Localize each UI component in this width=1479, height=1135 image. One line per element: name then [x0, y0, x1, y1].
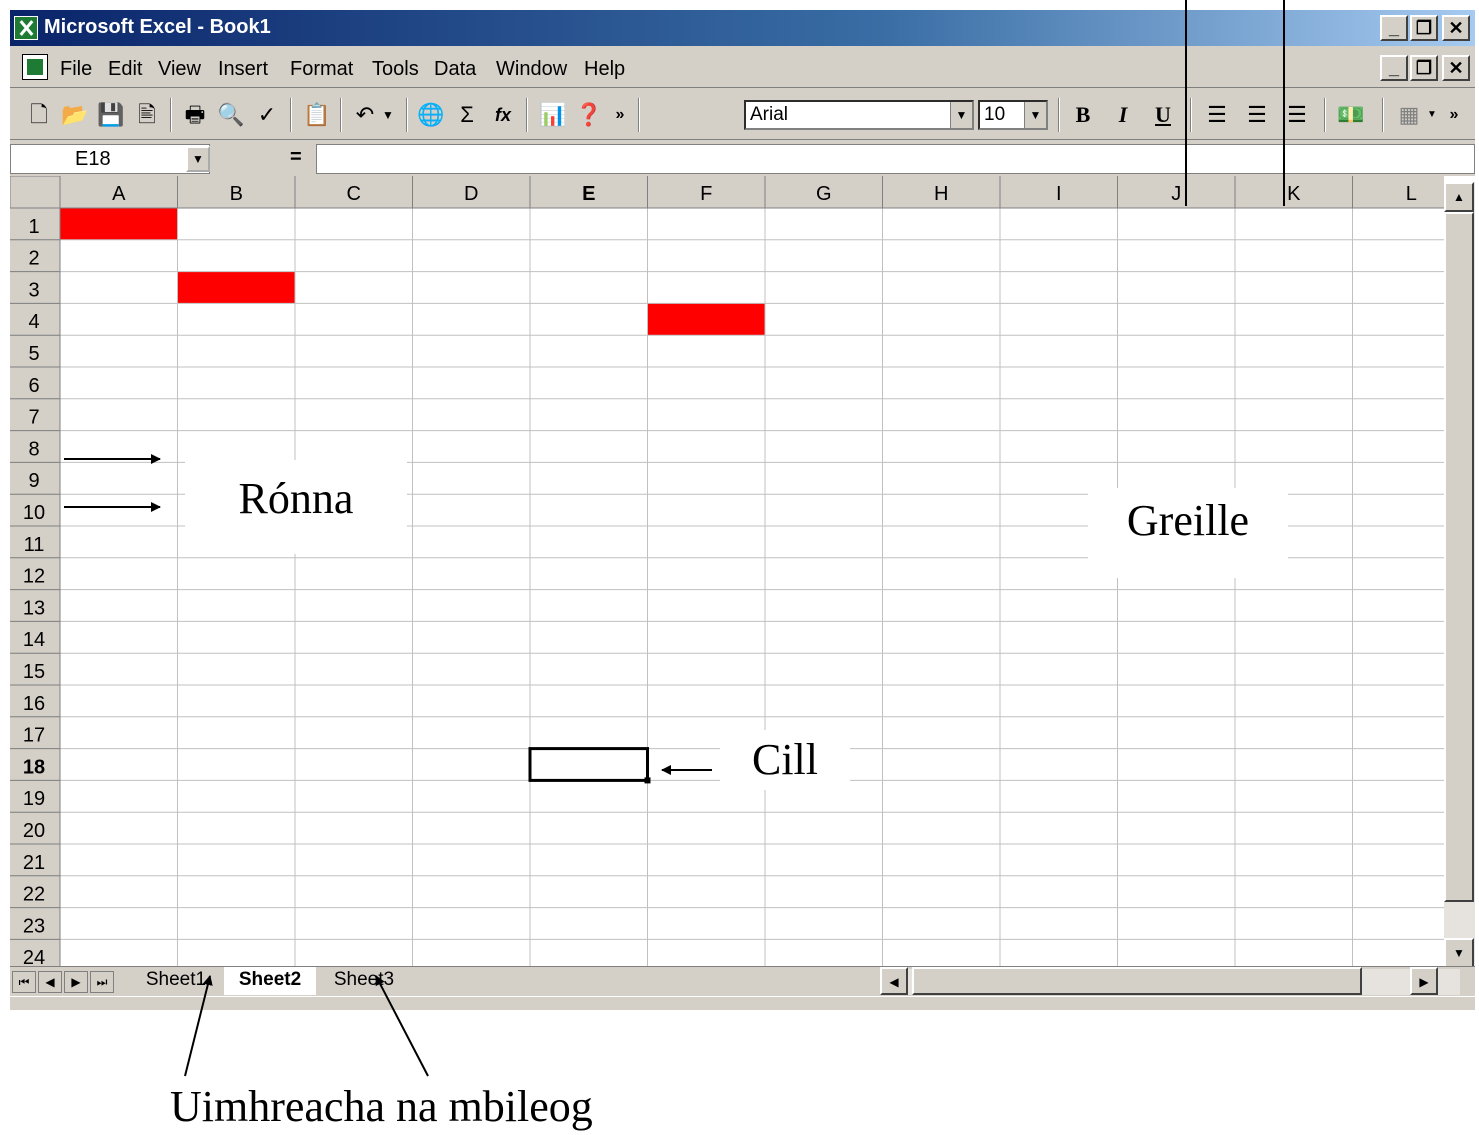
rows-annotation: Rónna — [185, 460, 407, 554]
grid-annotation: Greille — [1088, 488, 1288, 578]
sheet-arrow-1 — [184, 975, 213, 1077]
screenshot-root: Microsoft Excel - Book1 _ ❐ ✕ File Edit Vi… — [0, 0, 1479, 1135]
sheet-arrow-2 — [375, 975, 429, 1077]
cell-annotation: Cill — [720, 730, 850, 790]
sheet-numbers-annotation: Uimhreacha na mbileog — [170, 1082, 650, 1132]
